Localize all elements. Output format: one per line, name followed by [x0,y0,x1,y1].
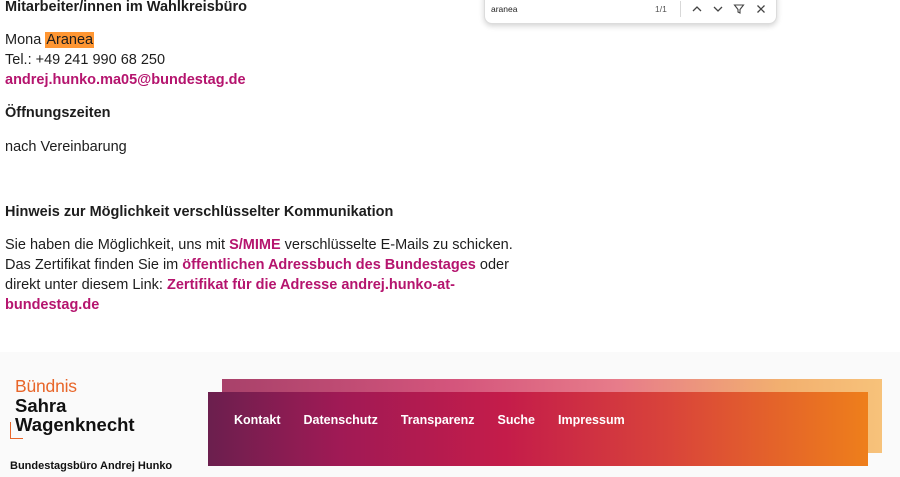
footer-link-impressum[interactable]: Impressum [558,413,625,427]
staff-phone: Tel.: +49 241 990 68 250 [5,52,166,68]
site-footer: Bündnis Sahra Wagenknecht Bundestagsbüro… [0,352,900,477]
hours-text: nach Vereinbarung [5,139,127,155]
search-highlight: Aranea [45,32,95,48]
find-in-page-bar: 1/1 [484,0,777,24]
chevron-down-icon[interactable] [709,0,727,18]
footer-link-transparenz[interactable]: Transparenz [401,413,475,427]
footer-link-suche[interactable]: Suche [498,413,536,427]
find-match-count: 1/1 [655,4,667,14]
bsw-logo[interactable]: Bündnis Sahra Wagenknecht [10,376,150,448]
encryption-heading: Hinweis zur Möglichkeit verschlüsselter … [5,204,394,220]
filter-icon[interactable] [730,0,748,18]
gradient-band-front [208,392,868,466]
close-icon[interactable] [752,0,770,18]
encryption-text: Sie haben die Möglichkeit, uns mit S/MIM… [5,235,525,315]
addressbook-link[interactable]: öffentlichen Adressbuch des Bundestages [182,257,476,273]
logo-line-buendnis: Bündnis [15,376,77,396]
staff-first-name: Mona [5,32,42,48]
encryption-text-1: Sie haben die Möglichkeit, uns mit [5,237,226,253]
staff-heading: Mitarbeiter/innen im Wahlkreisbüro [5,0,247,15]
logo-corner-mark [10,422,23,439]
find-divider [680,1,681,17]
footer-nav: Kontakt Datenschutz Transparenz Suche Im… [234,413,648,427]
office-name: Bundestagsbüro Andrej Hunko [10,460,173,472]
find-input[interactable] [491,2,641,16]
footer-link-datenschutz[interactable]: Datenschutz [304,413,378,427]
logo-line-wagenknecht: Wagenknecht [15,414,135,435]
footer-link-kontakt[interactable]: Kontakt [234,413,281,427]
staff-name: Mona Aranea [5,30,95,50]
logo-line-sahra: Sahra [15,395,67,416]
hours-heading: Öffnungszeiten [5,105,111,121]
staff-email-link[interactable]: andrej.hunko.ma05@bundestag.de [5,70,246,90]
chevron-up-icon[interactable] [688,0,706,18]
smime-link[interactable]: S/MIME [229,237,281,253]
